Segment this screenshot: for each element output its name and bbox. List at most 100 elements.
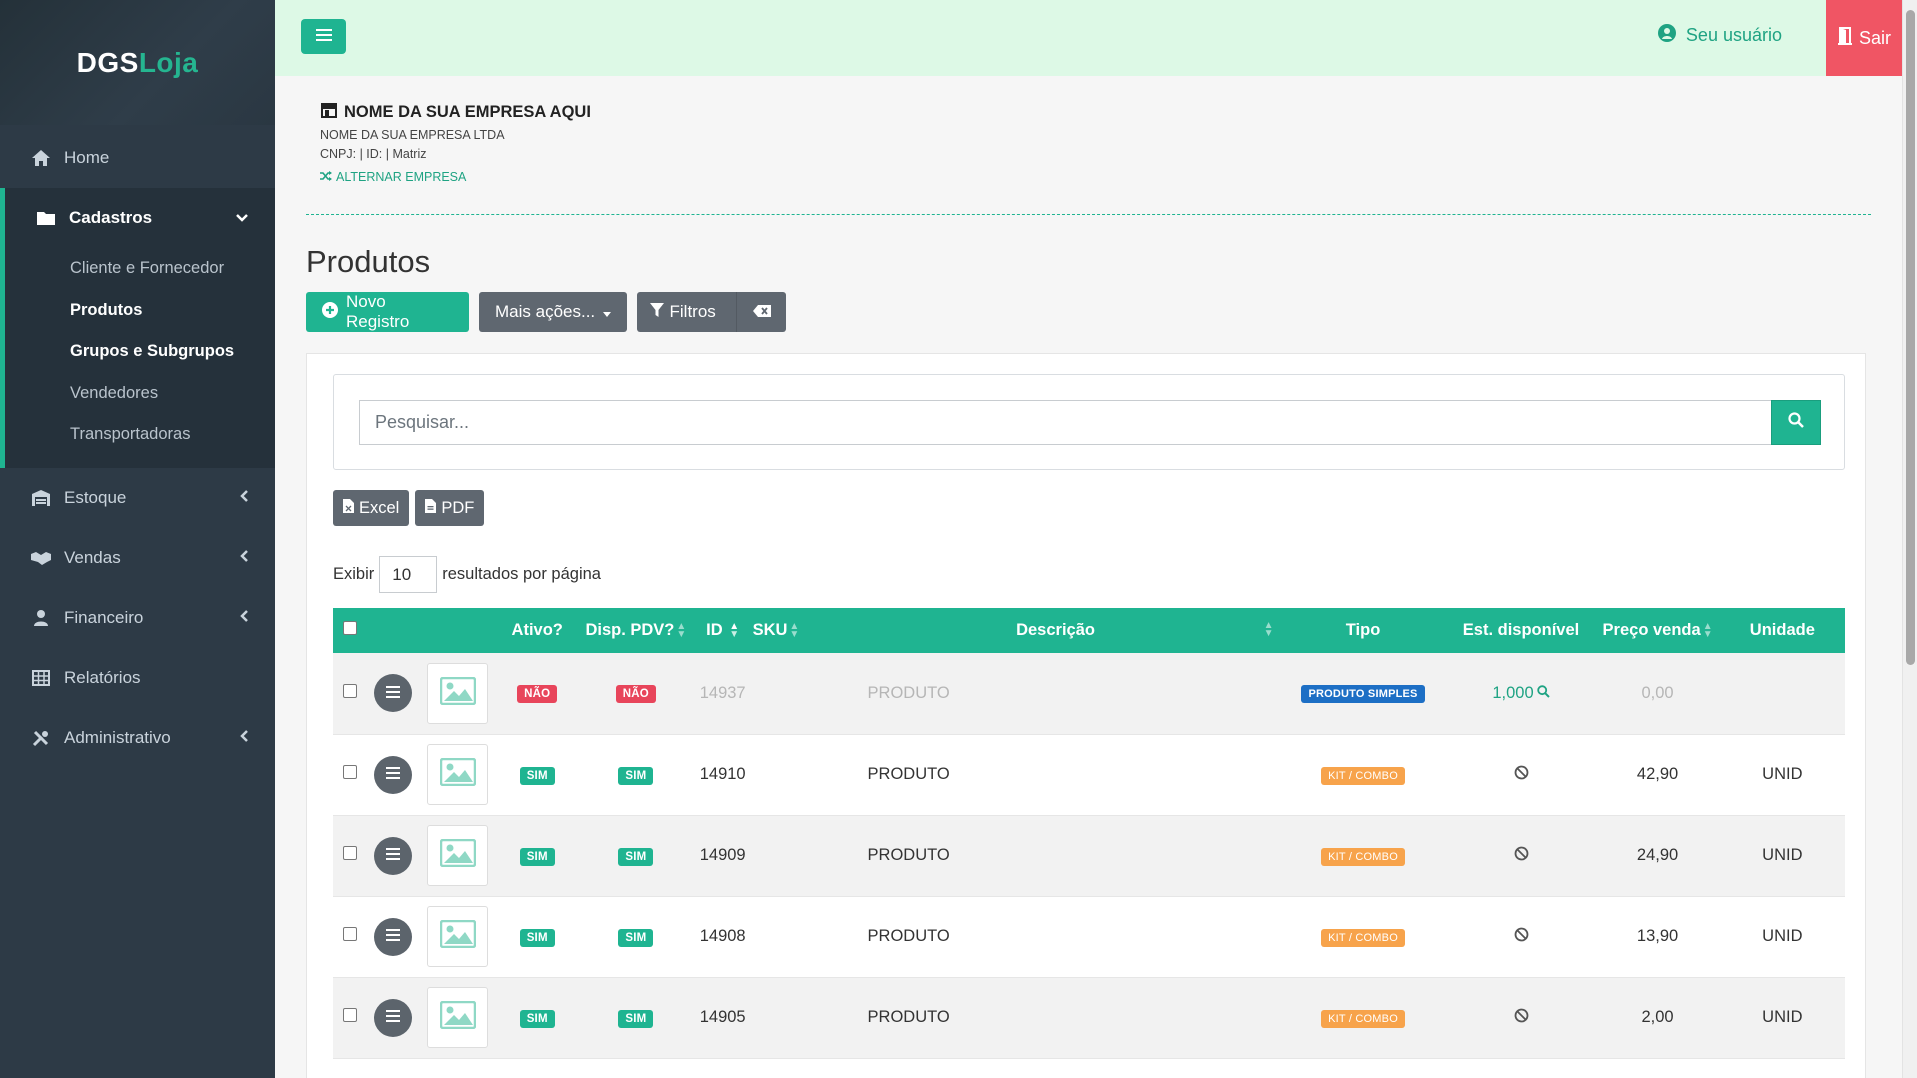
perpage-prefix: Exibir [333, 565, 375, 583]
logout-button[interactable]: Sair [1826, 0, 1902, 76]
filter-icon [649, 302, 664, 322]
row-checkbox[interactable] [342, 846, 357, 860]
bars-icon [386, 684, 401, 703]
search-input[interactable] [359, 400, 1771, 445]
chevron-left-icon [239, 728, 249, 748]
cell-id: 14910 [699, 765, 746, 783]
sidebar: DGS Loja Home Cadastros Cliente e Fornece… [0, 0, 275, 1078]
warehouse-icon [30, 487, 52, 509]
tools-icon [30, 727, 52, 749]
row-menu-button[interactable] [374, 998, 413, 1037]
product-image-placeholder[interactable] [427, 987, 489, 1048]
table-row[interactable]: NÃO NÃO 14937 PRODUTO PRODUTO SIMPLES 1,… [333, 653, 1845, 734]
new-record-button[interactable]: Novo Registro [306, 292, 469, 332]
row-checkbox[interactable] [342, 765, 357, 779]
new-record-label: Novo Registro [346, 292, 410, 331]
cell-id: 14905 [699, 1008, 746, 1026]
home-icon [30, 147, 52, 169]
sort-icon: ▲ ▼ [1702, 620, 1713, 640]
export-pdf-button[interactable]: PDF [415, 490, 485, 526]
pdv-badge: SIM [618, 928, 654, 947]
sidebar-item-label: Administrativo [64, 727, 171, 747]
product-image-placeholder[interactable] [427, 906, 489, 967]
col-tipo[interactable]: Tipo [1280, 608, 1447, 653]
search-button[interactable] [1771, 400, 1821, 445]
sidebar-item-relatorios[interactable]: Relatórios [0, 648, 275, 708]
table-row[interactable]: SIM SIM 14905 PRODUTO KIT / COMBO 2,00 U… [333, 977, 1845, 1058]
product-image-placeholder[interactable] [427, 825, 489, 886]
page-scrollbar[interactable] [1902, 0, 1917, 1078]
col-disp-pdv[interactable]: Disp. PDV? ▲ ▼ [579, 608, 693, 653]
bars-icon [386, 765, 401, 784]
table-row[interactable]: SIM SIM 14910 PRODUTO KIT / COMBO 42,90 … [333, 734, 1845, 815]
cell-preco: 0,00 [1641, 683, 1674, 702]
more-actions-dropdown[interactable]: Mais ações... [479, 292, 628, 332]
cell-preco: 13,90 [1636, 927, 1679, 945]
col-preco[interactable]: Preço venda ▲ ▼ [1595, 608, 1719, 653]
cell-preco: 24,90 [1636, 846, 1679, 864]
caret-down-icon [603, 302, 612, 322]
row-menu-button[interactable] [374, 674, 413, 713]
folder-icon [35, 207, 57, 229]
sidebar-item-cadastros[interactable]: Cadastros [5, 188, 275, 248]
sidebar-item-vendas[interactable]: Vendas [0, 528, 275, 588]
sidebar-item-grupos-subgrupos[interactable]: Grupos e Subgrupos [5, 331, 275, 373]
switch-company-link[interactable]: ALTERNAR EMPRESA [320, 170, 591, 184]
table-row[interactable]: SIM SIM 14909 PRODUTO KIT / COMBO 24,90 … [333, 815, 1845, 896]
filters-button[interactable]: Filtros [637, 302, 728, 322]
sidebar-item-home[interactable]: Home [0, 128, 275, 188]
col-estoque[interactable]: Est. disponível [1447, 608, 1596, 653]
sidebar-item-transportadoras[interactable]: Transportadoras [5, 414, 275, 456]
row-menu-button[interactable] [374, 755, 413, 794]
sidebar-item-financeiro[interactable]: Financeiro [0, 588, 275, 648]
page-length-control: Exibir resultados por página [333, 556, 601, 593]
col-ativo[interactable]: Ativo? [495, 608, 579, 653]
sidebar-item-label: Cadastros [69, 208, 153, 227]
ban-icon [1514, 846, 1529, 865]
products-table: Ativo? Disp. PDV? ▲ ▼ ID ▲ ▼ SKU ▲ ▼ Descriçã… [333, 608, 1845, 1059]
sidebar-group-cadastros: Cadastros Cliente e Fornecedor Produtos … [0, 188, 275, 468]
sidebar-item-administrativo[interactable]: Administrativo [0, 708, 275, 768]
stock-link[interactable]: 1,000 [1492, 684, 1550, 703]
select-all-checkbox[interactable] [342, 621, 357, 635]
filters-button-group: Filtros [637, 292, 787, 332]
row-menu-button[interactable] [374, 836, 413, 875]
table-row[interactable]: SIM SIM 14908 PRODUTO KIT / COMBO 13,90 … [333, 896, 1845, 977]
menu-toggle-button[interactable] [301, 19, 346, 54]
product-image-placeholder[interactable] [427, 744, 489, 805]
company-cnpj: CNPJ: | ID: | Matriz [320, 147, 427, 161]
row-menu-button[interactable] [374, 917, 413, 956]
row-checkbox[interactable] [342, 927, 357, 941]
sidebar-item-label: Relatórios [64, 667, 141, 687]
chevron-left-icon [239, 608, 249, 628]
file-excel-icon [343, 498, 354, 518]
sort-desc-icon: ▲ ▼ [729, 620, 740, 640]
bars-icon [386, 1008, 401, 1027]
sidebar-item-produtos[interactable]: Produtos [5, 290, 275, 332]
product-image-placeholder[interactable] [427, 662, 489, 724]
col-id[interactable]: ID ▲ ▼ [693, 608, 753, 653]
sidebar-item-vendedores[interactable]: Vendedores [5, 373, 275, 415]
col-sku[interactable]: SKU ▲ ▼ [753, 608, 832, 653]
brand-logo[interactable]: DGS Loja [0, 0, 275, 125]
ban-icon [1514, 1008, 1529, 1027]
row-checkbox[interactable] [342, 1008, 357, 1022]
image-icon [439, 676, 476, 710]
user-menu[interactable]: Seu usuário [1657, 24, 1782, 47]
col-descricao[interactable]: Descrição ▲ ▼ [832, 608, 1280, 653]
company-info: NOME DA SUA EMPRESA AQUI NOME DA SUA EMP… [320, 102, 591, 184]
export-excel-button[interactable]: Excel [333, 490, 410, 526]
row-checkbox[interactable] [342, 683, 357, 698]
cell-sku [753, 977, 832, 1058]
col-unidade[interactable]: Unidade [1720, 608, 1845, 653]
plus-circle-icon [322, 301, 338, 323]
hamburger-icon [315, 28, 332, 46]
cell-sku [753, 896, 832, 977]
sidebar-item-estoque[interactable]: Estoque [0, 468, 275, 528]
clear-filters-button[interactable] [736, 292, 786, 332]
sidebar-item-cliente-fornecedor[interactable]: Cliente e Fornecedor [5, 248, 275, 290]
switch-company-label: ALTERNAR EMPRESA [336, 170, 467, 184]
page-length-input[interactable] [379, 556, 438, 593]
scrollbar-thumb[interactable] [1906, 10, 1915, 665]
cell-sku [753, 734, 832, 815]
